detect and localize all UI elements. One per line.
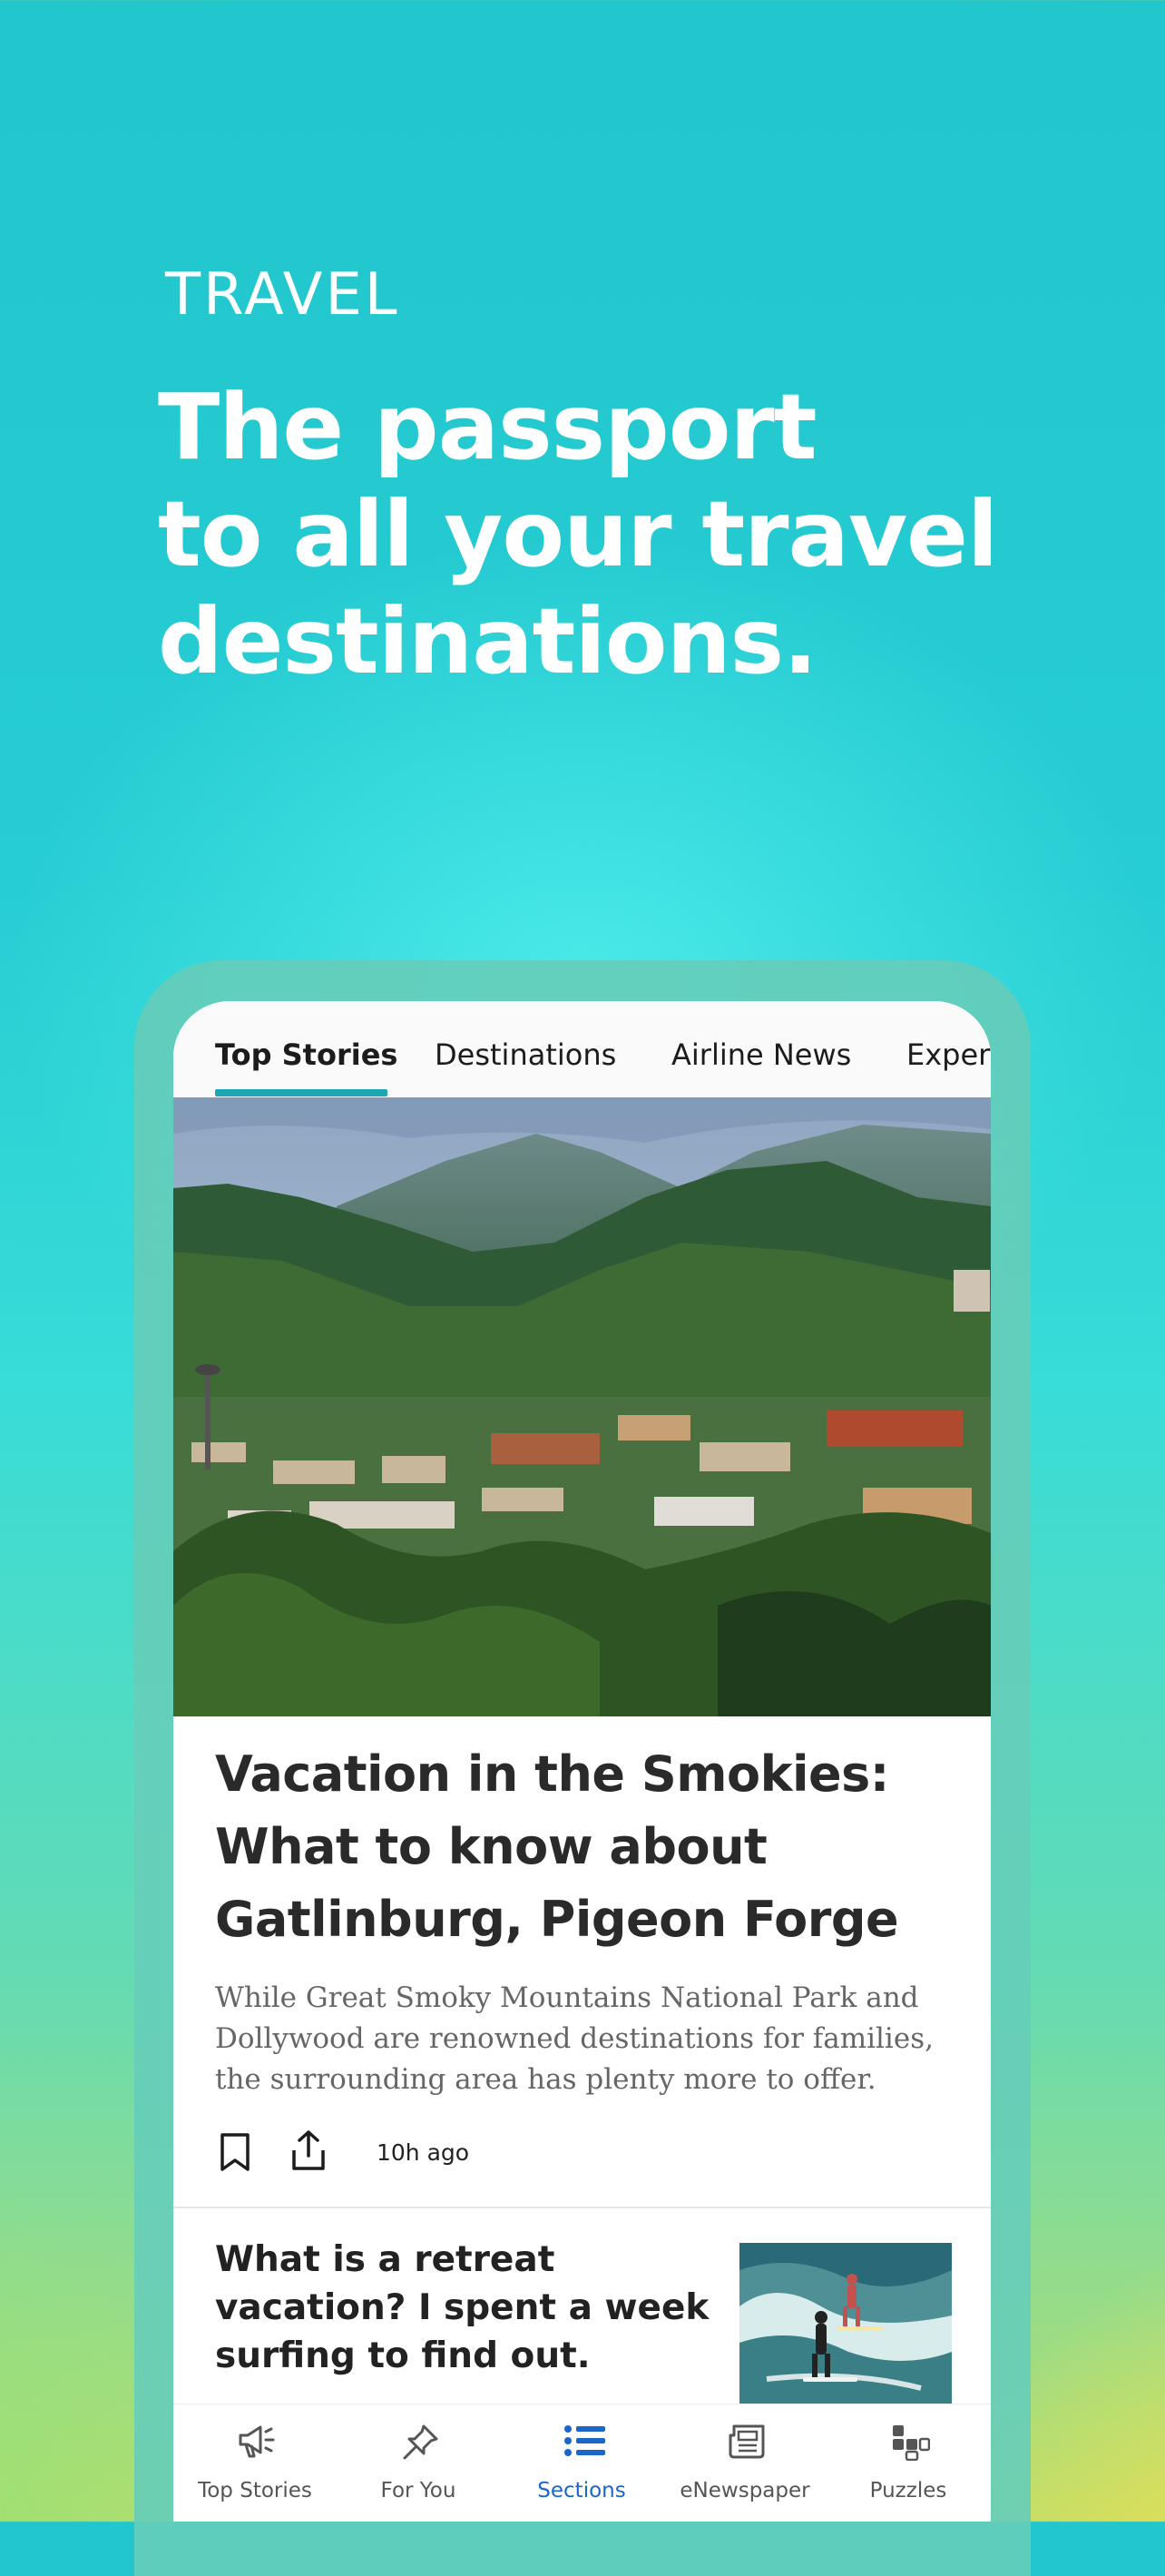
- active-tab-indicator: [215, 1089, 387, 1096]
- tab-airline-news[interactable]: Airline News: [671, 1037, 851, 1072]
- second-story-title[interactable]: What is a retreat vacation? I spent a we…: [215, 2236, 710, 2380]
- section-tabs: Top Stories Destinations Airline News Ex…: [173, 1001, 991, 1099]
- lead-story-title[interactable]: Vacation in the Smokies: What to know ab…: [215, 1738, 959, 1956]
- bottom-navigation: Top Stories For You Sections eNewspaper …: [173, 2404, 991, 2522]
- lead-story-summary: While Great Smoky Mountains National Par…: [215, 1978, 959, 2100]
- story-actions: 10h ago: [215, 2127, 959, 2181]
- title-line: What to know about: [215, 1818, 768, 1875]
- second-story-thumbnail[interactable]: [739, 2243, 952, 2406]
- nav-top-stories[interactable]: Top Stories: [173, 2404, 337, 2522]
- summary-line: Dollywood are renowned destinations for …: [215, 2022, 934, 2055]
- title-line: surfing to find out.: [215, 2335, 591, 2376]
- newspaper-icon: [729, 2424, 765, 2459]
- megaphone-icon: [239, 2425, 275, 2458]
- promo-headline: The passport to all your travel destinat…: [158, 374, 1065, 695]
- pin-icon: [403, 2424, 438, 2460]
- lead-story-image[interactable]: [173, 1097, 991, 1716]
- puzzle-icon: [893, 2425, 930, 2461]
- summary-line: the surrounding area has plenty more to …: [215, 2063, 876, 2096]
- nav-label: Puzzles: [869, 2479, 947, 2502]
- tab-top-stories[interactable]: Top Stories: [215, 1037, 397, 1072]
- nav-puzzles[interactable]: Puzzles: [827, 2404, 990, 2522]
- headline-line: The passport: [158, 374, 817, 480]
- app-screen: Top Stories Destinations Airline News Ex…: [173, 1001, 991, 2522]
- timestamp: 10h ago: [377, 2139, 470, 2166]
- title-line: vacation? I spent a week: [215, 2287, 710, 2328]
- tab-experiences[interactable]: Exper: [906, 1037, 990, 1072]
- headline-line: to all your travel: [158, 481, 998, 587]
- headline-line: destinations.: [158, 588, 817, 694]
- bookmark-icon[interactable]: [217, 2132, 253, 2172]
- title-line: Gatlinburg, Pigeon Forge: [215, 1891, 899, 1948]
- title-line: Vacation in the Smokies:: [215, 1745, 889, 1803]
- title-line: What is a retreat: [215, 2239, 555, 2280]
- nav-label: eNewspaper: [680, 2479, 810, 2502]
- section-eyebrow: TRAVEL: [165, 261, 400, 329]
- share-icon[interactable]: [288, 2129, 329, 2172]
- nav-enewspaper[interactable]: eNewspaper: [663, 2404, 827, 2522]
- divider: [173, 2207, 991, 2208]
- tab-destinations[interactable]: Destinations: [435, 1037, 616, 1072]
- nav-sections[interactable]: Sections: [500, 2404, 663, 2522]
- nav-for-you[interactable]: For You: [337, 2404, 500, 2522]
- list-icon: [564, 2425, 605, 2456]
- nav-label: Top Stories: [198, 2479, 312, 2502]
- summary-line: While Great Smoky Mountains National Par…: [215, 1981, 919, 2014]
- nav-label: For You: [380, 2479, 456, 2502]
- nav-label: Sections: [537, 2479, 626, 2502]
